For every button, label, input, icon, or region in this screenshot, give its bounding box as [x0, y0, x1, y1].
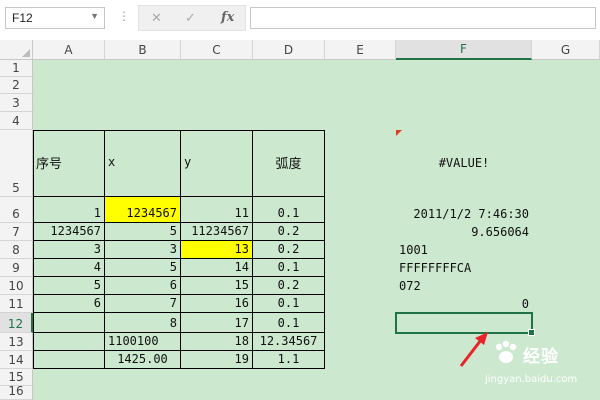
table-cell[interactable]: 0.2	[253, 277, 325, 295]
cell-f9[interactable]: FFFFFFFFCA	[396, 259, 532, 277]
row-header-14[interactable]: 14	[0, 351, 33, 369]
formula-buttons: ✕ ✓ fx	[138, 5, 246, 31]
error-indicator-icon[interactable]	[396, 130, 402, 136]
cell-f11[interactable]: 0	[396, 295, 532, 313]
row-header-10[interactable]: 10	[0, 277, 33, 295]
enter-icon[interactable]: ✓	[185, 10, 196, 26]
table-cell[interactable]: 0.2	[253, 223, 325, 241]
table-cell[interactable]: 3	[33, 241, 105, 259]
row-header-11[interactable]: 11	[0, 295, 33, 313]
row-header-2[interactable]: 2	[0, 77, 33, 94]
table-cell[interactable]: 0.1	[253, 313, 325, 333]
row-header-5[interactable]: 5	[0, 130, 33, 197]
watermark-url: jingyan.baidu.com	[485, 374, 578, 385]
name-box[interactable]: F12 ▼	[5, 7, 105, 29]
row-header-12[interactable]: 12	[0, 313, 33, 333]
cell-f7[interactable]: 9.656064	[396, 223, 532, 241]
table-cell[interactable]: 5	[33, 277, 105, 295]
row-header-4[interactable]: 4	[0, 112, 33, 130]
table-cell[interactable]: 18	[181, 333, 253, 351]
table-cell[interactable]: 0.1	[253, 259, 325, 277]
table-cell[interactable]: 14	[181, 259, 253, 277]
column-header-a[interactable]: A	[33, 40, 105, 60]
table-cell[interactable]	[33, 333, 105, 351]
watermark-text: 经验	[523, 347, 559, 367]
table-cell[interactable]: 7	[105, 295, 181, 313]
table-cell[interactable]: 1425.00	[105, 351, 181, 369]
formula-input[interactable]	[250, 7, 596, 29]
header-cell-y[interactable]: y	[181, 130, 253, 197]
table-cell[interactable]: 16	[181, 295, 253, 313]
cell-f8[interactable]: 1001	[396, 241, 532, 259]
column-header-b[interactable]: B	[105, 40, 181, 60]
chevron-down-icon[interactable]: ▼	[90, 11, 99, 21]
table-cell-highlighted[interactable]: 13	[181, 241, 253, 259]
table-cell[interactable]: 8	[105, 313, 181, 333]
table-cell[interactable]: 4	[33, 259, 105, 277]
row-header-8[interactable]: 8	[0, 241, 33, 259]
table-cell[interactable]: 1234567	[33, 223, 105, 241]
table-cell[interactable]: 1	[33, 197, 105, 223]
table-cell[interactable]: 3	[105, 241, 181, 259]
name-box-value: F12	[12, 11, 33, 25]
table-cell[interactable]: 0.2	[253, 241, 325, 259]
table-cell[interactable]	[33, 351, 105, 369]
table-cell[interactable]: 11	[181, 197, 253, 223]
table-cell[interactable]: 15	[181, 277, 253, 295]
table-cell[interactable]: 1.1	[253, 351, 325, 369]
row-header-3[interactable]: 3	[0, 94, 33, 112]
header-cell-radian[interactable]: 弧度	[253, 130, 325, 197]
insert-function-icon[interactable]: fx	[221, 10, 234, 25]
row-header-6[interactable]: 6	[0, 197, 33, 223]
cell-f5[interactable]: #VALUE!	[396, 130, 532, 197]
more-options-icon[interactable]: ⋮	[118, 9, 130, 23]
row-header-1[interactable]: 1	[0, 60, 33, 77]
column-header-c[interactable]: C	[181, 40, 253, 60]
cell-f6[interactable]: 2011/1/2 7:46:30	[396, 197, 532, 223]
formula-toolbar: F12 ▼ ⋮ ✕ ✓ fx	[0, 0, 600, 40]
column-header-g[interactable]: G	[532, 40, 600, 60]
row-header-7[interactable]: 7	[0, 223, 33, 241]
table-cell[interactable]: 1100100	[105, 333, 181, 351]
cell-f10[interactable]: 072	[396, 277, 532, 295]
cancel-icon[interactable]: ✕	[151, 10, 162, 26]
table-cell[interactable]: 17	[181, 313, 253, 333]
row-header-13[interactable]: 13	[0, 333, 33, 351]
row-header-9[interactable]: 9	[0, 259, 33, 277]
table-cell[interactable]: 12.34567	[253, 333, 325, 351]
table-cell[interactable]: 0.1	[253, 295, 325, 313]
column-header-d[interactable]: D	[253, 40, 325, 60]
header-cell-x[interactable]: x	[105, 130, 181, 197]
table-cell[interactable]: 11234567	[181, 223, 253, 241]
table-cell[interactable]: 19	[181, 351, 253, 369]
row-header-16[interactable]: 16	[0, 384, 33, 400]
table-cell-highlighted[interactable]: 1234567	[105, 197, 181, 223]
table-cell[interactable]: 5	[105, 223, 181, 241]
header-cell-index[interactable]: 序号	[33, 130, 105, 197]
watermark: 经验 jingyan.baidu.com	[485, 336, 595, 400]
table-cell[interactable]: 5	[105, 259, 181, 277]
column-header-e[interactable]: E	[325, 40, 396, 60]
table-cell[interactable]: 6	[33, 295, 105, 313]
table-cell[interactable]: 0.1	[253, 197, 325, 223]
table-cell[interactable]: 6	[105, 277, 181, 295]
column-header-f[interactable]: F	[396, 40, 532, 60]
select-all-corner[interactable]	[0, 40, 33, 60]
table-cell[interactable]	[33, 313, 105, 333]
paw-logo-icon	[495, 340, 517, 363]
